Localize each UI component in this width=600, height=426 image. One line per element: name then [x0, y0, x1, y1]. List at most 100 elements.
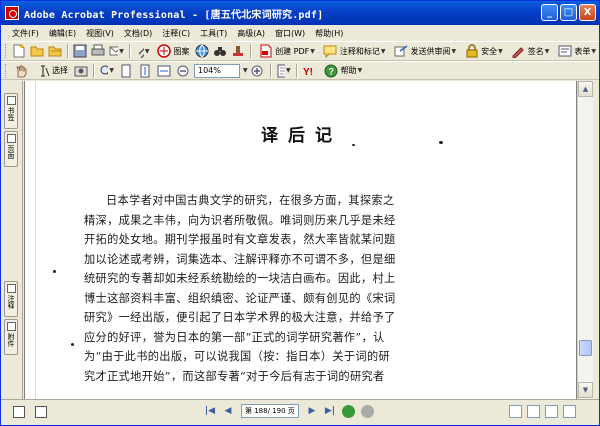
stamp-icon[interactable]: [231, 44, 245, 59]
create-pdf-icon: [258, 44, 273, 59]
title-bar[interactable]: Adobe Acrobat Professional - [唐五代北宋词研究.p…: [1, 1, 599, 25]
menu-document[interactable]: 文档(D): [119, 28, 157, 39]
text-line: 开拓的处女地。期刊学报虽时有文章发表，然大率皆就某问题: [84, 233, 396, 246]
attach-icon[interactable]: ▼: [135, 44, 150, 59]
combine-label: 图案: [173, 46, 190, 56]
secure-button[interactable]: 安全 ▼: [462, 44, 503, 59]
menu-advanced[interactable]: 高级(A): [232, 28, 270, 39]
forms-label: 表单: [574, 46, 591, 56]
zoom-in-icon[interactable]: [250, 63, 265, 78]
scroll-down-button[interactable]: ▼: [578, 382, 593, 398]
text-line: 博士这部资料丰富、组织缜密、论证严谨、颇有创见的《宋词: [84, 291, 396, 305]
menu-comments[interactable]: 注释(C): [157, 28, 195, 39]
menu-file[interactable]: 文件(F): [7, 28, 44, 39]
page-number-field[interactable]: 第 188/ 190 页: [241, 404, 299, 418]
snapshot-icon[interactable]: [73, 63, 88, 78]
tab-comments[interactable]: 注释: [4, 281, 18, 317]
forms-icon: [557, 44, 572, 59]
text-line: 精深，成果之丰伟，向为识者所敬佩。唯词则历来几乎是未经: [84, 213, 396, 227]
email-icon[interactable]: ▼: [109, 44, 124, 59]
print-icon[interactable]: [91, 44, 105, 59]
select-tool-button[interactable]: 选择: [33, 63, 68, 78]
forms-button[interactable]: 表单 ▼: [555, 44, 596, 59]
tab-attachments-label: 附件: [7, 333, 15, 347]
scroll-thumb[interactable]: [579, 340, 592, 356]
scroll-up-button[interactable]: ▲: [578, 81, 593, 97]
page-size-icon[interactable]: [13, 406, 25, 418]
window-controls: _ □ X: [541, 4, 596, 21]
comments-icon: [6, 284, 16, 293]
yahoo-icon[interactable]: Y!: [302, 63, 317, 78]
actual-size-icon[interactable]: [118, 63, 133, 78]
text-line: 日本学者对中国古典文学的研究，在很多方面，其探索之: [106, 194, 395, 207]
toolbar-separator: [249, 44, 251, 58]
previous-view-icon[interactable]: [342, 404, 355, 418]
document-properties-icon[interactable]: [35, 406, 47, 418]
scan-speck: [53, 270, 56, 273]
single-page-layout-icon[interactable]: [509, 405, 522, 418]
tab-pages[interactable]: 页面: [4, 131, 18, 167]
tab-bookmarks[interactable]: 书签: [4, 93, 18, 129]
send-review-button[interactable]: 发送供审阅 ▼: [392, 44, 456, 59]
text-line: 统研究的专著却如未经系统勘绘的一块洁白画布。因此，村上: [84, 272, 396, 285]
menu-bar: 文件(F) 编辑(E) 视图(V) 文档(D) 注释(C) 工具(T) 高级(A…: [1, 25, 599, 41]
menu-edit[interactable]: 编辑(E): [44, 28, 81, 39]
text-line: 为“由于此书的出版，可以说我国（按：指日本）关于词的研: [84, 350, 391, 363]
toolbar-grip[interactable]: [5, 44, 7, 58]
text-line: 究才正式地开始”，而这部专著“对于今后有志于词的研究者: [84, 369, 385, 383]
zoom-level-input[interactable]: 104%: [194, 63, 240, 78]
page-layout-icon[interactable]: ▼: [276, 63, 291, 78]
tab-comments-label: 注释: [7, 295, 15, 309]
acrobat-window: Adobe Acrobat Professional - [唐五代北宋词研究.p…: [0, 0, 600, 426]
open-folder-2-icon[interactable]: [48, 44, 62, 59]
next-view-icon[interactable]: [361, 404, 374, 418]
tab-attachments[interactable]: 附件: [4, 319, 18, 355]
new-document-icon[interactable]: [12, 44, 26, 59]
first-page-button[interactable]: |◀: [203, 404, 217, 418]
sign-label: 签名: [527, 46, 544, 56]
close-button[interactable]: X: [579, 4, 596, 21]
minimize-button[interactable]: _: [541, 4, 558, 21]
text-cursor-icon: [35, 63, 50, 78]
comment-markup-button[interactable]: 注释和标记 ▼: [321, 44, 386, 59]
scan-speck: [71, 343, 74, 346]
continuous-layout-icon[interactable]: [527, 405, 540, 418]
help-button[interactable]: ? 帮助 ▼: [322, 63, 362, 78]
fit-width-icon[interactable]: [156, 63, 171, 78]
binoculars-icon[interactable]: [213, 44, 227, 59]
globe-icon[interactable]: [195, 44, 209, 59]
zoom-out-icon[interactable]: [175, 63, 190, 78]
text-line: 研究》一经出版，便引起了日本学术界的极大注意，并给予了: [84, 311, 396, 324]
page-navigation: |◀ ◀ 第 188/ 190 页 ▶ ▶|: [201, 404, 377, 418]
attachments-icon: [6, 322, 16, 331]
zoom-dropdown-icon[interactable]: ▼: [243, 67, 248, 74]
menu-view[interactable]: 视图(V): [81, 28, 119, 39]
zoom-tool-icon[interactable]: ▼: [99, 63, 114, 78]
secure-label: 安全: [481, 46, 498, 56]
fit-page-icon[interactable]: [137, 63, 152, 78]
text-line: 应分的好评，誉为日本的第一部“正式的词学研究著作”，认: [84, 330, 385, 344]
vertical-scrollbar[interactable]: ▲ ▼: [577, 81, 593, 399]
menu-window[interactable]: 窗口(W): [270, 28, 310, 39]
svg-text:?: ?: [329, 66, 335, 76]
sign-button[interactable]: 签名 ▼: [509, 44, 549, 59]
toolbar-grip[interactable]: [5, 63, 8, 78]
combine-button[interactable]: 图案: [155, 44, 190, 59]
navigation-pane: 书签 页面 注释 附件: [1, 81, 23, 399]
menu-tools[interactable]: 工具(T): [195, 28, 232, 39]
facing-layout-icon[interactable]: [545, 405, 558, 418]
lock-icon: [464, 44, 479, 59]
create-pdf-button[interactable]: 创建 PDF ▼: [256, 44, 315, 59]
menu-help[interactable]: 帮助(H): [310, 28, 348, 39]
basic-toolbar: 选择 ▼ 104% ▼ ▼ Y! ? 帮助 ▼: [1, 61, 599, 80]
save-icon[interactable]: [73, 44, 87, 59]
previous-page-button[interactable]: ◀: [221, 404, 235, 418]
hand-tool-icon[interactable]: [13, 63, 28, 78]
next-page-button[interactable]: ▶: [305, 404, 319, 418]
bookmark-icon: [6, 96, 16, 105]
open-folder-icon[interactable]: [30, 44, 44, 59]
last-page-button[interactable]: ▶|: [323, 404, 337, 418]
continuous-facing-layout-icon[interactable]: [563, 405, 576, 418]
maximize-button[interactable]: □: [560, 4, 577, 21]
document-view[interactable]: 译后记 日本学者对中国古典文学的研究，在很多方面，其探索之 精深，成果之丰伟，向…: [24, 81, 577, 399]
